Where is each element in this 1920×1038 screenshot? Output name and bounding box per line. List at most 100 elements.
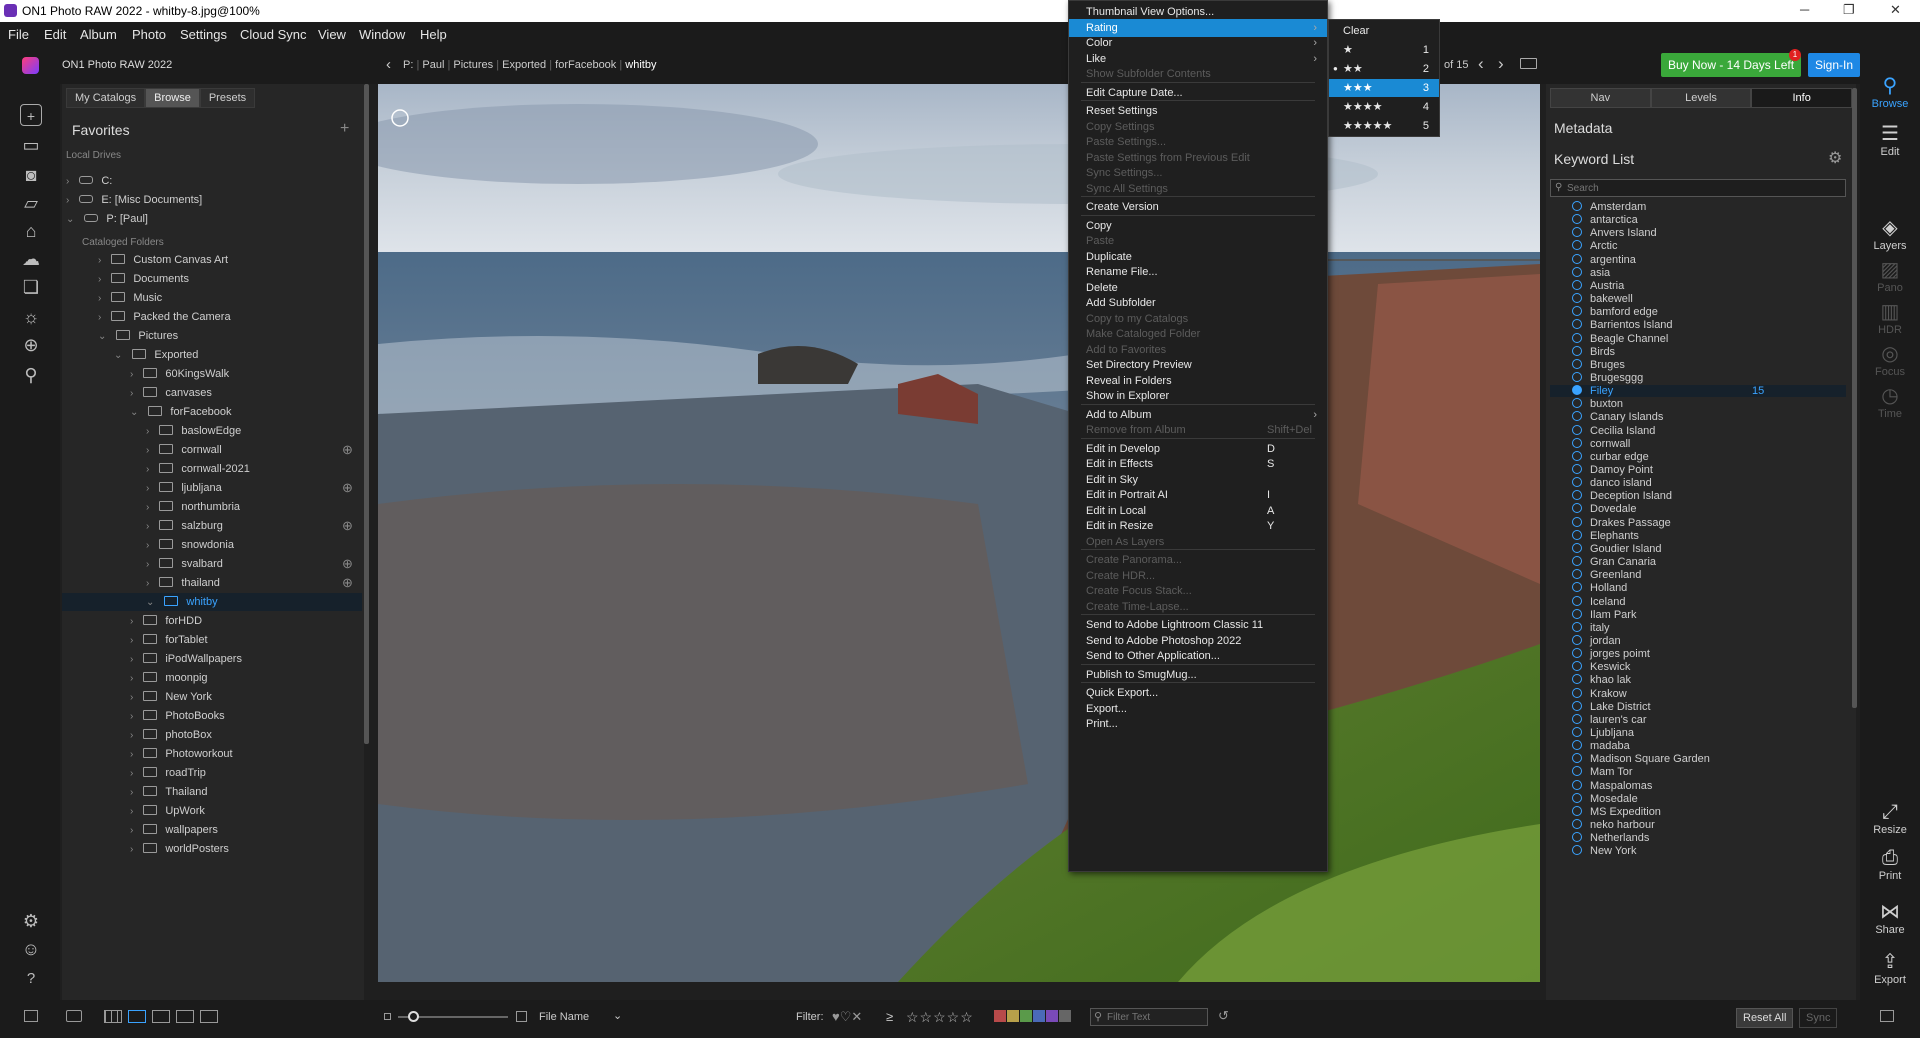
- keyword-check-icon[interactable]: [1572, 634, 1582, 645]
- keyword-item[interactable]: jorges poimt: [1572, 648, 1650, 660]
- keyword-check-icon[interactable]: [1572, 595, 1582, 606]
- keyword-search-box[interactable]: ⚲: [1550, 179, 1846, 197]
- keyword-search-input[interactable]: [1567, 181, 1837, 195]
- folder-row[interactable]: ⌄ Pictures: [62, 327, 362, 345]
- rating-option[interactable]: ★★★★ 4: [1329, 98, 1439, 116]
- keyword-item[interactable]: Canary Islands: [1572, 411, 1663, 423]
- drive-row[interactable]: › E: [Misc Documents]: [62, 194, 362, 206]
- keyword-item[interactable]: Ilam Park: [1572, 608, 1636, 621]
- keyword-item[interactable]: jordan: [1572, 634, 1621, 647]
- module-export[interactable]: ⇪ Export: [1860, 950, 1920, 986]
- keyword-check-icon[interactable]: [1572, 832, 1582, 843]
- reset-filter-icon[interactable]: ↺: [1218, 1008, 1229, 1024]
- context-menu-item[interactable]: Print...: [1069, 715, 1327, 733]
- folder-row[interactable]: › northumbria: [62, 498, 362, 516]
- sign-in-button[interactable]: Sign-In: [1808, 53, 1861, 77]
- left-scrollbar[interactable]: [364, 84, 369, 744]
- photo-viewer[interactable]: [378, 84, 1540, 982]
- monitor-icon[interactable]: ▭: [20, 134, 42, 156]
- keyword-check-icon[interactable]: [1572, 608, 1582, 619]
- color-yellow[interactable]: [1007, 1010, 1019, 1022]
- keyword-check-icon[interactable]: [1572, 674, 1582, 685]
- buy-now-button[interactable]: Buy Now - 14 Days Left: [1661, 53, 1802, 77]
- color-green[interactable]: [1020, 1010, 1032, 1022]
- module-print[interactable]: ⎙ Print: [1860, 846, 1920, 882]
- keyword-item[interactable]: Madison Square Garden: [1572, 753, 1710, 765]
- brightness-icon[interactable]: ☼: [20, 306, 42, 328]
- folder-row[interactable]: › Thailand: [62, 783, 362, 801]
- keyword-item[interactable]: Maspalomas: [1572, 779, 1652, 792]
- cloud-sync-icon[interactable]: ⊕: [342, 441, 353, 459]
- module-time[interactable]: ◷ Time: [1860, 384, 1920, 420]
- keyword-item[interactable]: buxton: [1572, 398, 1623, 410]
- keyword-item[interactable]: Goudier Island: [1572, 542, 1662, 555]
- folder-row[interactable]: › cornwall ⊕: [62, 441, 362, 459]
- keyword-check-icon[interactable]: [1572, 358, 1582, 369]
- keyword-check-icon[interactable]: [1572, 411, 1582, 422]
- compare-grid-icon[interactable]: [176, 1010, 194, 1023]
- menu-settings[interactable]: Settings: [180, 27, 227, 42]
- folder-row[interactable]: › Custom Canvas Art: [62, 251, 362, 269]
- search-icon[interactable]: ⚲: [20, 364, 42, 386]
- like-filter-icon[interactable]: ♥♡✕: [832, 1009, 862, 1025]
- keyword-check-icon[interactable]: [1572, 845, 1582, 856]
- keyword-item[interactable]: Cecilia Island: [1572, 424, 1655, 437]
- folder-row[interactable]: › New York: [62, 688, 362, 706]
- keyword-item[interactable]: New York: [1572, 845, 1636, 857]
- folder-nav-icon[interactable]: ▱: [20, 192, 42, 214]
- folder-row[interactable]: › Documents: [62, 270, 362, 288]
- color-label-filter[interactable]: [994, 1010, 1071, 1022]
- keyword-check-icon[interactable]: [1572, 319, 1582, 330]
- keyword-check-icon[interactable]: [1572, 240, 1582, 251]
- cloud-icon[interactable]: ☁: [20, 248, 42, 270]
- keyword-item[interactable]: Holland: [1572, 582, 1627, 594]
- crumb-exported[interactable]: Exported: [502, 59, 546, 71]
- sort-by-select[interactable]: File Name: [539, 1011, 589, 1023]
- filter-text-input[interactable]: [1107, 1010, 1205, 1024]
- menu-file[interactable]: File: [8, 27, 29, 42]
- rating-option[interactable]: ★★★★★ 5: [1329, 117, 1439, 135]
- keyword-check-icon[interactable]: [1572, 792, 1582, 803]
- albums-icon[interactable]: ❏: [20, 276, 42, 298]
- keyword-item[interactable]: Iceland: [1572, 595, 1625, 608]
- thumbnail-size-handle[interactable]: [408, 1011, 419, 1022]
- crumb-pictures[interactable]: Pictures: [453, 59, 493, 71]
- sync-button[interactable]: Sync: [1799, 1008, 1838, 1028]
- metadata-title[interactable]: Metadata: [1554, 120, 1612, 136]
- keyword-item[interactable]: Lake District: [1572, 700, 1651, 713]
- rating-option[interactable]: ★★★ 3: [1329, 79, 1439, 97]
- module-layers[interactable]: ◈ Layers: [1860, 216, 1920, 252]
- folder-row[interactable]: › worldPosters: [62, 840, 362, 858]
- keyword-check-icon[interactable]: [1572, 661, 1582, 672]
- color-red[interactable]: [994, 1010, 1006, 1022]
- keyword-item[interactable]: Deception Island: [1572, 490, 1672, 502]
- crumb-paul[interactable]: Paul: [422, 59, 444, 71]
- keyword-item[interactable]: asia: [1572, 266, 1610, 279]
- restore-button[interactable]: ❐: [1843, 2, 1855, 18]
- keyword-item[interactable]: Mosedale: [1572, 792, 1638, 805]
- keyword-check-icon[interactable]: [1572, 727, 1582, 737]
- context-menu-item[interactable]: Show in Explorer: [1069, 387, 1327, 405]
- color-none[interactable]: [1059, 1010, 1071, 1022]
- right-panel-toggle-icon[interactable]: [1880, 1010, 1894, 1022]
- folder-row[interactable]: ⌄ Exported: [62, 346, 362, 364]
- module-pano[interactable]: ▨ Pano: [1860, 258, 1920, 294]
- keyword-check-icon[interactable]: [1572, 345, 1582, 356]
- settings-plugin-icon[interactable]: ⚙: [20, 910, 42, 932]
- rating-option[interactable]: ● ★★ 2: [1329, 60, 1439, 78]
- context-menu-item[interactable]: Edit Capture Date...: [1069, 84, 1327, 102]
- camera-icon[interactable]: ◙: [20, 164, 42, 186]
- folder-row[interactable]: › svalbard ⊕: [62, 555, 362, 573]
- keyword-item[interactable]: Birds: [1572, 345, 1615, 358]
- drive-row[interactable]: › C:: [62, 175, 362, 187]
- keyword-item[interactable]: Mam Tor: [1572, 766, 1633, 778]
- keyword-item[interactable]: Barrientos Island: [1572, 319, 1673, 331]
- color-purple[interactable]: [1046, 1010, 1058, 1022]
- keyword-item[interactable]: Anvers Island: [1572, 227, 1657, 239]
- keyword-check-icon[interactable]: [1572, 450, 1582, 461]
- tab-presets[interactable]: Presets: [199, 88, 256, 108]
- crumb-forfacebook[interactable]: forFacebook: [555, 59, 616, 71]
- drive-row[interactable]: ⌄ P: [Paul]: [62, 213, 362, 225]
- folder-row[interactable]: › Music: [62, 289, 362, 307]
- keyword-check-icon[interactable]: [1572, 779, 1582, 790]
